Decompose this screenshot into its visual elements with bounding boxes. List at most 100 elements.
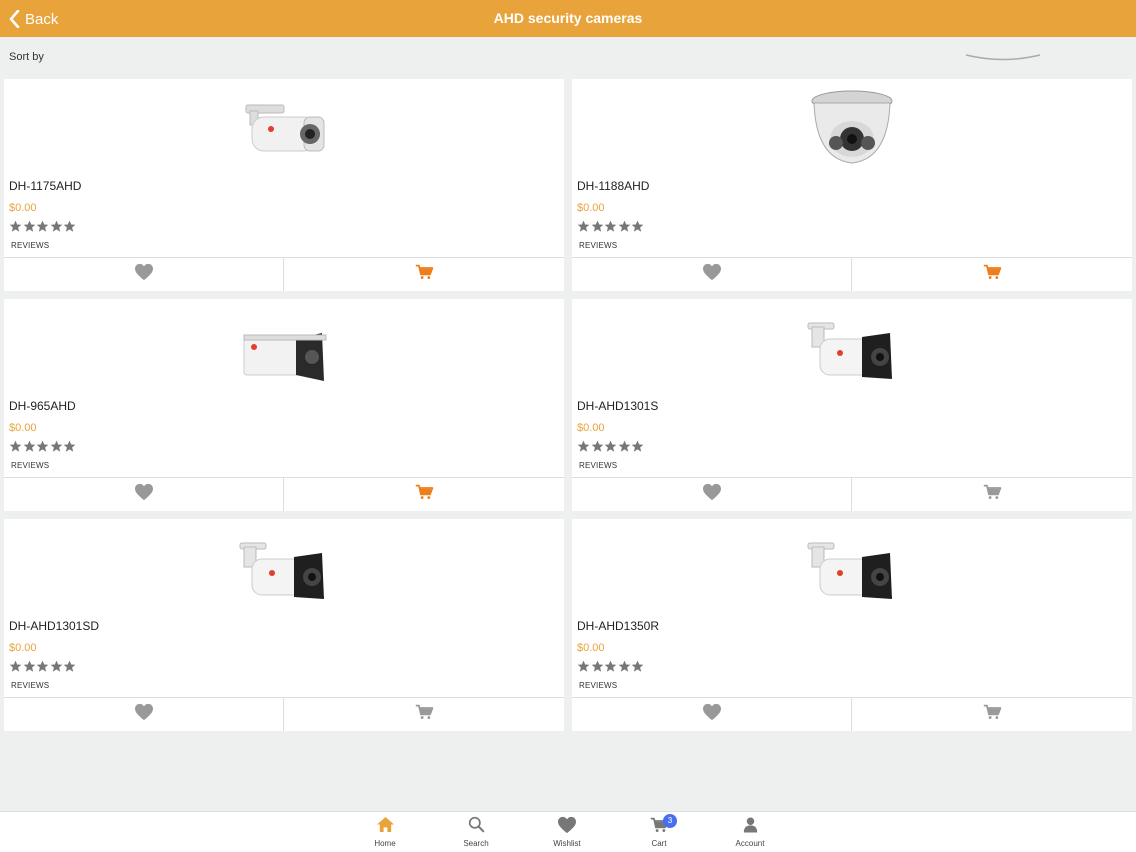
reviews-link[interactable]: REVIEWS xyxy=(579,241,617,250)
product-name[interactable]: DH-AHD1350R xyxy=(577,619,659,633)
reviews-link[interactable]: REVIEWS xyxy=(579,681,617,690)
heart-icon xyxy=(557,816,577,839)
tab-bar: Home Search Wishlist 3 Cart Account xyxy=(0,811,1136,852)
search-icon xyxy=(468,816,485,838)
product-card[interactable]: DH-AHD1301SD $0.00 REVIEWS xyxy=(4,519,564,731)
chevron-down-icon[interactable] xyxy=(964,52,1042,64)
star-icon xyxy=(9,220,22,233)
product-price: $0.00 xyxy=(9,642,37,654)
tab-label: Home xyxy=(374,839,396,848)
tab-cart[interactable]: 3 Cart xyxy=(624,814,694,848)
product-actions xyxy=(572,697,1132,731)
cart-icon xyxy=(983,264,1002,285)
product-price: $0.00 xyxy=(577,202,605,214)
product-image[interactable] xyxy=(806,307,898,393)
reviews-link[interactable]: REVIEWS xyxy=(11,241,49,250)
star-icon xyxy=(23,660,36,673)
reviews-link[interactable]: REVIEWS xyxy=(11,681,49,690)
add-to-wishlist-button[interactable] xyxy=(4,478,284,511)
add-to-wishlist-button[interactable] xyxy=(572,478,852,511)
product-price: $0.00 xyxy=(577,642,605,654)
add-to-wishlist-button[interactable] xyxy=(572,258,852,291)
product-price: $0.00 xyxy=(9,202,37,214)
product-card[interactable]: DH-1188AHD $0.00 REVIEWS xyxy=(572,79,1132,291)
product-actions xyxy=(4,477,564,511)
tab-home[interactable]: Home xyxy=(350,816,420,848)
tab-label: Wishlist xyxy=(553,839,581,848)
product-card[interactable]: DH-965AHD $0.00 REVIEWS xyxy=(4,299,564,511)
add-to-cart-button[interactable] xyxy=(852,478,1132,511)
add-to-cart-button[interactable] xyxy=(284,698,564,731)
rating-stars xyxy=(9,660,77,673)
heart-icon xyxy=(702,703,722,726)
product-actions xyxy=(4,697,564,731)
star-icon xyxy=(604,440,617,453)
sort-label: Sort by xyxy=(9,51,44,63)
star-icon xyxy=(23,220,36,233)
star-icon xyxy=(631,440,644,453)
product-name[interactable]: DH-AHD1301SD xyxy=(9,619,99,633)
star-icon xyxy=(50,220,63,233)
star-icon xyxy=(63,440,76,453)
cart-icon xyxy=(983,484,1002,505)
rating-stars xyxy=(577,660,645,673)
product-image[interactable] xyxy=(238,87,330,173)
star-icon xyxy=(591,440,604,453)
star-icon xyxy=(63,220,76,233)
product-price: $0.00 xyxy=(577,422,605,434)
reviews-link[interactable]: REVIEWS xyxy=(11,461,49,470)
star-icon xyxy=(618,220,631,233)
product-card[interactable]: DH-1175AHD $0.00 REVIEWS xyxy=(4,79,564,291)
star-icon xyxy=(50,660,63,673)
product-name[interactable]: DH-965AHD xyxy=(9,399,76,413)
add-to-cart-button[interactable] xyxy=(852,698,1132,731)
star-icon xyxy=(618,440,631,453)
product-actions xyxy=(572,257,1132,291)
product-name[interactable]: DH-AHD1301S xyxy=(577,399,658,413)
add-to-cart-button[interactable] xyxy=(852,258,1132,291)
cart-icon xyxy=(415,704,434,725)
product-image[interactable] xyxy=(238,527,330,613)
star-icon xyxy=(618,660,631,673)
star-icon xyxy=(604,660,617,673)
product-image[interactable] xyxy=(238,307,330,393)
heart-icon xyxy=(134,483,154,506)
star-icon xyxy=(591,660,604,673)
add-to-cart-button[interactable] xyxy=(284,478,564,511)
rating-stars xyxy=(9,440,77,453)
cart-icon xyxy=(983,704,1002,725)
product-image[interactable] xyxy=(806,87,898,173)
add-to-cart-button[interactable] xyxy=(284,258,564,291)
product-name[interactable]: DH-1188AHD xyxy=(577,179,649,193)
tab-wishlist[interactable]: Wishlist xyxy=(532,816,602,848)
add-to-wishlist-button[interactable] xyxy=(572,698,852,731)
tab-account[interactable]: Account xyxy=(715,816,785,848)
star-icon xyxy=(631,660,644,673)
star-icon xyxy=(23,440,36,453)
star-icon xyxy=(604,220,617,233)
add-to-wishlist-button[interactable] xyxy=(4,698,284,731)
product-image[interactable] xyxy=(806,527,898,613)
heart-icon xyxy=(134,263,154,286)
heart-icon xyxy=(134,703,154,726)
reviews-link[interactable]: REVIEWS xyxy=(579,461,617,470)
star-icon xyxy=(50,440,63,453)
product-card[interactable]: DH-AHD1301S $0.00 REVIEWS xyxy=(572,299,1132,511)
star-icon xyxy=(631,220,644,233)
star-icon xyxy=(36,220,49,233)
tab-label: Cart xyxy=(651,839,667,848)
product-actions xyxy=(572,477,1132,511)
star-icon xyxy=(63,660,76,673)
product-card[interactable]: DH-AHD1350R $0.00 REVIEWS xyxy=(572,519,1132,731)
add-to-wishlist-button[interactable] xyxy=(4,258,284,291)
tab-label: Search xyxy=(463,839,489,848)
cart-count-badge: 3 xyxy=(663,814,677,828)
tab-search[interactable]: Search xyxy=(441,816,511,848)
rating-stars xyxy=(577,220,645,233)
product-price: $0.00 xyxy=(9,422,37,434)
tab-label: Account xyxy=(735,839,765,848)
star-icon xyxy=(577,220,590,233)
product-name[interactable]: DH-1175AHD xyxy=(9,179,81,193)
rating-stars xyxy=(9,220,77,233)
cart-icon xyxy=(415,484,434,505)
